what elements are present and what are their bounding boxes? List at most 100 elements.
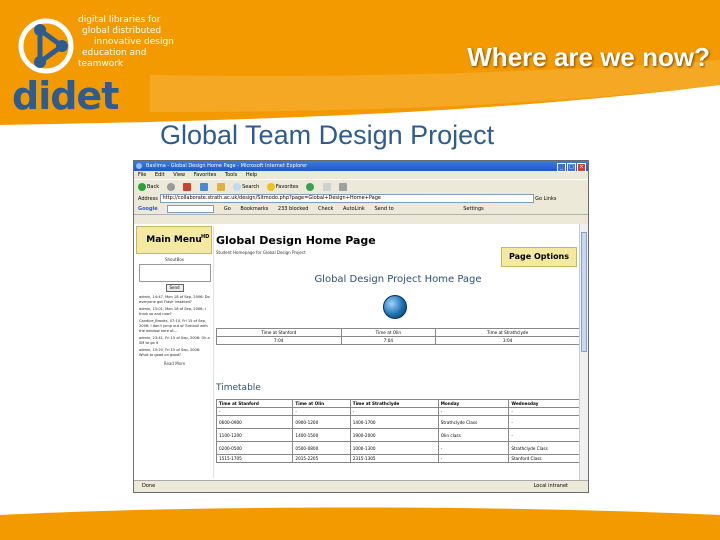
table-cell: - (508, 415, 580, 429)
google-go-button[interactable]: Go (224, 206, 231, 212)
table-row: 1100-1200 1400-1500 1900-2000 Olin class - (215, 428, 580, 442)
shoutbox-message: admin, 23:41, Fri 15 of Sep, 2006: Ok a … (139, 336, 210, 345)
table-cell: Strathclyde Class (437, 415, 510, 429)
table-cell: 3:04 (435, 336, 580, 345)
table-cell: - (437, 441, 510, 455)
maximize-icon[interactable]: □ (567, 163, 576, 172)
table-cell: 0500-0800 (292, 441, 351, 455)
mail-button[interactable] (322, 180, 332, 194)
table-cell: 2015-2205 (292, 454, 351, 463)
ie-icon (136, 163, 142, 169)
table-cell: - (508, 428, 580, 442)
send-button[interactable]: Send (165, 284, 184, 292)
shoutbox-message: admin, 10:20, Fri 15 of Sep, 2006: What … (139, 348, 201, 357)
table-row: ----- (215, 407, 580, 416)
table-cell: - (215, 407, 294, 416)
menu-edit[interactable]: Edit (155, 172, 165, 178)
hd-badge: HD (201, 234, 210, 240)
logo-line-5: teamwork (78, 59, 124, 69)
refresh-button[interactable] (199, 180, 209, 194)
table-header: Time at Stanford (216, 328, 342, 337)
shoutbox-input[interactable] (138, 264, 211, 282)
google-search-input[interactable] (167, 204, 215, 213)
page-scrollbar[interactable] (579, 224, 588, 480)
table-header: Time at Strathclyde (435, 328, 580, 337)
address-label: Address (138, 196, 158, 202)
print-button[interactable] (339, 180, 348, 194)
printer-icon (339, 182, 348, 191)
table-cell: 2315-1305 (349, 454, 439, 463)
table-header: Time at Stanford (215, 399, 294, 408)
timetable-body: - - - - -0600-0900 0900-1200 1400-1700 Strathcl… (215, 407, 580, 463)
table-cell: Strathclyde Class (508, 441, 580, 455)
window-title: Baslima - Global Design Home Page - Micr… (146, 163, 308, 169)
back-button[interactable]: Back (138, 180, 159, 194)
close-icon[interactable]: × (577, 163, 586, 172)
table-header: Time at Olin (340, 328, 437, 337)
read-more-link[interactable]: Read More (136, 361, 213, 366)
table-cell: Olin class (437, 428, 510, 442)
google-settings-button[interactable]: Settings (463, 206, 484, 212)
search-button[interactable]: Search (233, 180, 259, 194)
minimize-icon[interactable]: _ (557, 163, 566, 172)
google-toolbar: Google Go Bookmarks 233 blocked Check Au… (134, 204, 588, 215)
home-icon (216, 182, 225, 191)
home-button[interactable] (216, 180, 226, 194)
stop-icon (183, 182, 192, 191)
web-page: Main Menu ShoutBox Send admin, 14:47, Mo… (134, 224, 580, 480)
slide-subtitle: Global Team Design Project (160, 120, 495, 150)
menu-favorites[interactable]: Favorites (194, 172, 217, 178)
logo-line-4: education and (82, 48, 147, 58)
table-header: Monday (437, 399, 510, 408)
popup-blocked-count[interactable]: 233 blocked (278, 206, 308, 212)
history-button[interactable] (306, 180, 315, 194)
forward-button[interactable] (166, 180, 176, 194)
menu-view[interactable]: View (173, 172, 185, 178)
back-arrow-icon (138, 182, 146, 191)
shoutbox-title: ShoutBox (164, 257, 185, 262)
google-bookmarks-button[interactable]: Bookmarks (240, 206, 268, 212)
logo-line-2: global distributed (82, 26, 162, 36)
shoutbox-message: admin, 15:01, Mon 18 of Sep, 2006: I thi… (139, 307, 206, 316)
browser-toolbar: Back Search Favorites (134, 179, 588, 194)
table-cell: Stanford Class (508, 454, 580, 463)
menu-tools[interactable]: Tools (225, 172, 237, 178)
main-menu-button[interactable]: Main Menu (136, 226, 212, 254)
menu-bar: File Edit View Favorites Tools Help (134, 171, 588, 179)
menu-help[interactable]: Help (246, 172, 257, 178)
table-row: Time at Stanford Time at Olin Time at St… (215, 399, 580, 408)
table-cell: - (437, 454, 510, 463)
table-cell: 0200-0500 (215, 441, 294, 455)
table-cell: 1515-1705 (215, 454, 294, 463)
table-cell: 1900-2000 (349, 428, 439, 442)
main-content: HD Global Design Home Page Student Homep… (201, 224, 580, 480)
table-cell: 7:04 (340, 336, 437, 345)
refresh-icon (199, 182, 208, 191)
table-cell: - (508, 407, 580, 416)
security-zone: Local intranet (533, 483, 568, 489)
page-options-button[interactable]: Page Options (501, 247, 577, 267)
favorites-button[interactable]: Favorites (266, 180, 298, 194)
status-bar: Done Local intranet (134, 480, 588, 492)
google-sendto-button[interactable]: Send to (374, 206, 393, 212)
stop-button[interactable] (183, 180, 192, 194)
google-autolink-button[interactable]: AutoLink (343, 206, 365, 212)
scrollbar-thumb[interactable] (581, 232, 587, 352)
go-button[interactable]: Go (535, 196, 542, 202)
didet-logo-icon (18, 18, 74, 74)
google-check-button[interactable]: Check (318, 206, 333, 212)
page-subheading: Student Homepage for Global Design Proje… (216, 250, 306, 255)
table-header: Time at Strathclyde (349, 399, 439, 408)
address-input[interactable]: http://collaborate.strath.ac.uk/design/S… (159, 194, 534, 203)
table-cell: 7:04 (216, 336, 342, 345)
browser-titlebar: Baslima - Global Design Home Page - Micr… (134, 161, 588, 172)
table-row: 0600-0900 0900-1200 1400-1700 Strathclyde C… (215, 415, 580, 429)
time-zone-table: Time at Stanford Time at Olin Time at St… (216, 328, 580, 345)
logo-line-1: digital libraries for (78, 15, 161, 25)
table-row: 0200-0500 0500-0800 1000-1300- Strathclyde … (215, 441, 580, 455)
links-label[interactable]: Links (544, 196, 557, 202)
search-icon (233, 182, 242, 191)
shoutbox-message: Candice_Brooks, 07:10, Fri 15 of Sep, 20… (139, 319, 208, 333)
forward-arrow-icon (166, 182, 175, 191)
menu-file[interactable]: File (138, 172, 146, 178)
